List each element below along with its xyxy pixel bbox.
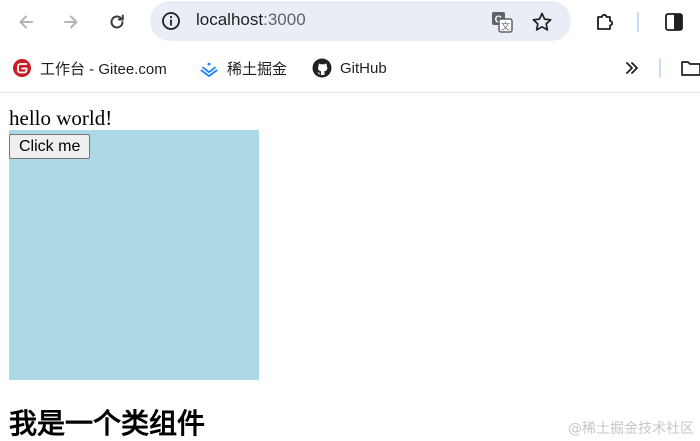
light-blue-box — [9, 130, 259, 380]
bookmark-label: 稀土掘金 — [227, 60, 288, 78]
class-component-heading: 我是一个类组件 — [9, 407, 206, 440]
folder-icon — [681, 61, 700, 76]
double-chevron-icon — [626, 62, 638, 74]
translate-icon: G 文 — [492, 12, 513, 33]
extensions-button[interactable] — [591, 8, 619, 36]
url-text[interactable]: localhost:3000 — [196, 10, 306, 30]
click-me-button[interactable]: Click me — [9, 134, 91, 159]
greeting-text: hello world! — [9, 106, 113, 130]
svg-text:文: 文 — [501, 21, 510, 33]
url-port: :3000 — [263, 10, 306, 29]
github-icon — [312, 58, 332, 78]
gitee-icon — [12, 58, 32, 78]
toolbar-separator — [637, 12, 639, 32]
side-panel-icon — [665, 13, 683, 31]
bookmark-juejin[interactable]: 稀土掘金 — [199, 56, 287, 80]
bookmark-github[interactable]: GitHub — [312, 56, 387, 80]
info-icon — [162, 12, 180, 30]
bookmark-star-button[interactable] — [530, 10, 554, 34]
forward-button[interactable] — [57, 8, 85, 36]
back-button[interactable] — [12, 8, 40, 36]
bookmarks-overflow-button[interactable] — [622, 56, 642, 80]
bookmark-label: GitHub — [340, 59, 387, 77]
bookmarks-separator — [659, 58, 661, 78]
bookmark-folder[interactable] — [680, 56, 700, 80]
address-bar[interactable]: localhost:3000 G 文 — [150, 1, 571, 41]
arrow-right-icon — [64, 15, 78, 29]
browser-toolbar: localhost:3000 G 文 — [0, 0, 700, 44]
reload-button[interactable] — [103, 8, 131, 36]
juejin-icon — [199, 58, 219, 78]
arrow-left-icon — [19, 15, 33, 29]
bookmark-label: 工作台 - Gitee.com — [40, 60, 167, 78]
bookmark-gitee[interactable]: 工作台 - Gitee.com — [12, 56, 167, 80]
site-info-button[interactable] — [160, 10, 182, 32]
url-host: localhost — [196, 10, 264, 29]
side-panel-button[interactable] — [660, 8, 688, 36]
star-icon — [532, 12, 552, 31]
bookmarks-bar: 工作台 - Gitee.com 稀土掘金 GitHub — [0, 44, 700, 92]
puzzle-icon — [597, 13, 614, 30]
reload-icon — [110, 14, 124, 29]
translate-button[interactable]: G 文 — [490, 10, 514, 34]
chrome-divider — [0, 92, 700, 93]
watermark: @稀土掘金技术社区 — [568, 421, 694, 437]
